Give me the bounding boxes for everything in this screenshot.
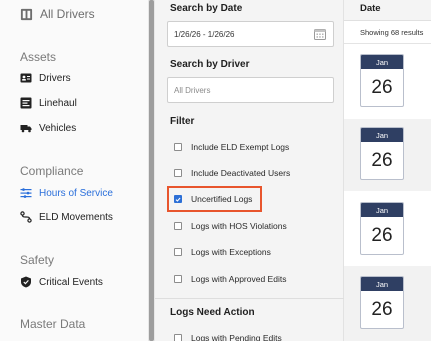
checkbox[interactable] — [174, 169, 182, 177]
filter-label: Filter — [170, 116, 195, 127]
checkmark-icon — [175, 197, 181, 202]
row-divider — [344, 43, 431, 44]
filter-logs-with-hos-violations[interactable]: Logs with HOS Violations — [174, 220, 287, 232]
calendar-icon[interactable] — [314, 28, 326, 40]
section-heading-master-data: Master Data — [20, 317, 86, 331]
date-range-value: 1/26/26 - 1/26/26 — [174, 29, 235, 39]
checkbox[interactable] — [174, 222, 182, 230]
filter-option-label: Logs with Approved Edits — [191, 274, 287, 284]
calendar-month: Jan — [361, 277, 403, 291]
sidebar-item-label: Linehaul — [39, 97, 77, 109]
filter-logs-with-approved-edits[interactable]: Logs with Approved Edits — [174, 273, 286, 285]
filter-panel: Search by Date 1/26/26 - 1/26/26 Search … — [155, 0, 344, 341]
table-row-date[interactable]: Jan 26 — [360, 276, 404, 329]
filter-logs-with-pending-edits[interactable]: Logs with Pending Edits — [174, 332, 282, 341]
sidebar-item-eld-movements[interactable]: ELD Movements — [20, 209, 113, 225]
truck-icon — [20, 122, 32, 134]
filter-option-label: Uncertified Logs — [191, 194, 253, 204]
sidebar-item-all-drivers[interactable]: All Drivers — [20, 5, 95, 23]
checkbox[interactable] — [174, 275, 182, 283]
checkbox[interactable] — [174, 334, 182, 341]
calendar-day: 26 — [371, 225, 393, 246]
section-heading-compliance: Compliance — [20, 164, 84, 178]
sidebar-item-label: Hours of Service — [39, 187, 113, 199]
sidebar-item-label: Drivers — [39, 72, 71, 84]
filter-option-label: Logs with Exceptions — [191, 247, 271, 257]
sidebar-item-drivers[interactable]: Drivers — [20, 70, 71, 86]
table-header: Date — [344, 0, 431, 21]
date-column-header[interactable]: Date — [360, 3, 381, 14]
shield-icon — [20, 276, 32, 288]
table-row-date[interactable]: Jan 26 — [360, 202, 404, 255]
checkbox-checked[interactable] — [174, 195, 182, 203]
filter-include-eld-exempt-logs[interactable]: Include ELD Exempt Logs — [174, 141, 289, 153]
calendar-day: 26 — [371, 150, 393, 171]
driver-search-placeholder: All Drivers — [174, 85, 211, 95]
logs-need-action-label: Logs Need Action — [170, 307, 255, 318]
section-divider — [155, 298, 344, 299]
calendar-month: Jan — [361, 128, 403, 142]
results-count: Showing 68 results — [360, 28, 424, 37]
filter-option-label: Include Deactivated Users — [191, 168, 291, 178]
sliders-icon — [20, 187, 32, 199]
filter-option-label: Logs with Pending Edits — [191, 333, 282, 341]
sidebar-scrollbar-thumb[interactable] — [149, 0, 154, 341]
checkbox[interactable] — [174, 248, 182, 256]
filter-logs-with-exceptions[interactable]: Logs with Exceptions — [174, 246, 271, 258]
section-heading-assets: Assets — [20, 50, 57, 64]
calendar-day: 26 — [371, 299, 393, 320]
date-range-input[interactable]: 1/26/26 - 1/26/26 — [167, 21, 334, 47]
sidebar-item-linehaul[interactable]: Linehaul — [20, 95, 77, 111]
sidebar: All Drivers Assets Drivers Linehaul Vehi… — [0, 0, 148, 341]
route-icon — [20, 211, 32, 223]
id-card-icon — [20, 8, 33, 21]
sidebar-item-vehicles[interactable]: Vehicles — [20, 120, 76, 136]
search-by-driver-label: Search by Driver — [170, 59, 250, 70]
drivers-icon — [20, 72, 32, 84]
calendar-month: Jan — [361, 55, 403, 69]
sidebar-item-hours-of-service[interactable]: Hours of Service — [20, 185, 113, 201]
table-row-date[interactable]: Jan 26 — [360, 54, 404, 107]
calendar-month: Jan — [361, 203, 403, 217]
sidebar-item-label: Critical Events — [39, 276, 103, 288]
section-heading-safety: Safety — [20, 253, 55, 267]
table-row-date[interactable]: Jan 26 — [360, 127, 404, 180]
linehaul-icon — [20, 97, 32, 109]
driver-search-input[interactable]: All Drivers — [167, 77, 334, 103]
sidebar-item-label: All Drivers — [40, 7, 95, 21]
filter-option-label: Logs with HOS Violations — [191, 221, 287, 231]
sidebar-item-label: ELD Movements — [39, 211, 113, 223]
results-table: Date Showing 68 results Jan 26 Jan 26 Ja… — [344, 0, 431, 341]
sidebar-item-label: Vehicles — [39, 122, 77, 134]
calendar-day: 26 — [371, 77, 393, 98]
filter-option-label: Include ELD Exempt Logs — [191, 142, 290, 152]
sidebar-item-critical-events[interactable]: Critical Events — [20, 274, 103, 290]
search-by-date-label: Search by Date — [170, 3, 243, 14]
checkbox[interactable] — [174, 143, 182, 151]
filter-uncertified-logs[interactable]: Uncertified Logs — [174, 193, 252, 205]
filter-include-deactivated-users[interactable]: Include Deactivated Users — [174, 167, 290, 179]
